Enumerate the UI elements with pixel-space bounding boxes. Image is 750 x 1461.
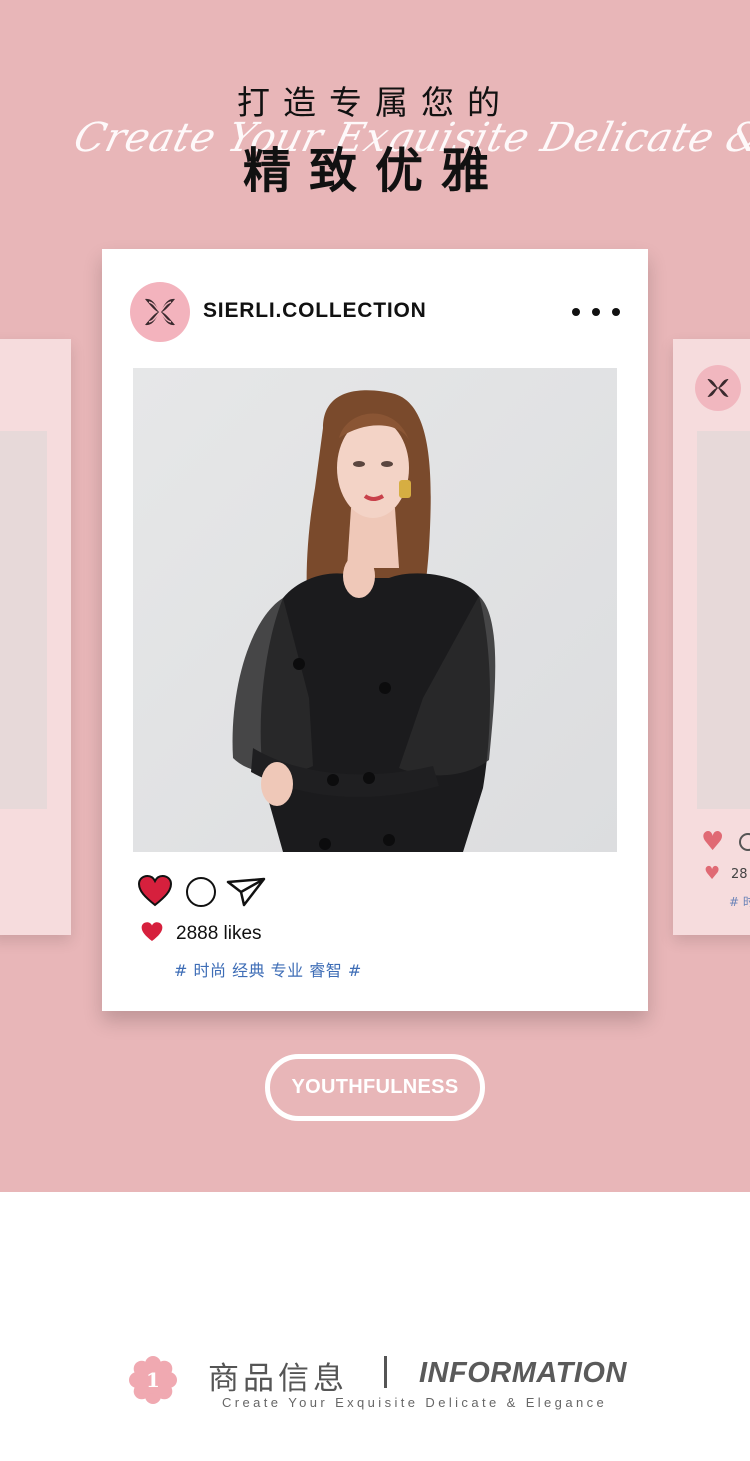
youthfulness-badge: YOUTHFULNESS [265, 1054, 485, 1121]
post-photo [133, 368, 617, 852]
likes-count: 2888 likes [176, 923, 262, 944]
side-hashtags: # 时 [729, 895, 750, 909]
side-card-logo-icon [695, 365, 741, 411]
section-title-en: INFORMATION [419, 1357, 627, 1389]
hero-title-line2: 精致优雅 [242, 143, 507, 199]
account-name[interactable]: SIERLI.COLLECTION [203, 299, 427, 323]
section-divider [384, 1356, 387, 1388]
likes-heart-icon [141, 922, 163, 942]
section-title-cn: 商品信息 [208, 1361, 348, 1397]
more-dots-icon[interactable] [572, 296, 620, 328]
post-card: SIERLI.COLLECTION 2888 likes # 时尚 经典 专业 … [102, 249, 648, 1011]
post-hashtags[interactable]: # 时尚 经典 专业 睿智 # [174, 957, 362, 981]
side-heart-icon: ♥ [701, 827, 725, 857]
side-likes-heart-icon: ♥ [704, 863, 721, 884]
send-icon[interactable] [226, 876, 266, 908]
side-likes-text: 28 [731, 867, 748, 882]
flower-number-icon: 1 [129, 1356, 177, 1404]
section-subtitle: Create Your Exquisite Delicate & Eleganc… [222, 1395, 608, 1410]
side-comment-icon [739, 833, 750, 851]
side-card-right-photo [697, 431, 750, 809]
hero-background: 打造专属您的 Create Your Exquisite Delicate & … [0, 0, 750, 1192]
brand-logo-icon[interactable] [130, 282, 190, 342]
side-card-left-photo [0, 431, 47, 809]
heart-icon[interactable] [137, 874, 173, 908]
side-card-right: ♥ ♥ 28 # 时 [673, 339, 750, 935]
comment-icon[interactable] [186, 877, 216, 907]
side-card-left [0, 339, 71, 935]
section-number: 1 [146, 1368, 160, 1392]
